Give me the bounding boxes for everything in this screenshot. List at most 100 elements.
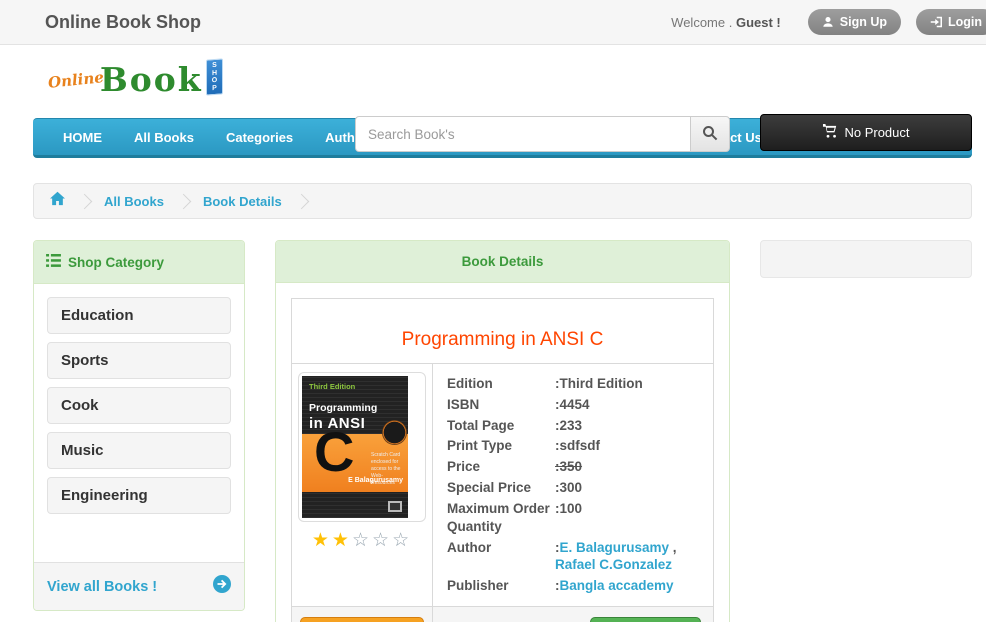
cart-button-label: No Product bbox=[844, 125, 909, 140]
detail-value: :Bangla accademy bbox=[555, 577, 699, 595]
cart-button[interactable]: No Product bbox=[760, 114, 972, 151]
breadcrumb-chevron-icon bbox=[77, 193, 93, 209]
right-side-well bbox=[760, 240, 972, 278]
login-label: Login bbox=[948, 15, 982, 29]
view-all-books-link[interactable]: View all Books ! bbox=[47, 579, 157, 595]
detail-value: :233 bbox=[555, 417, 699, 435]
book-footer: Back to Home Add To Cart bbox=[292, 606, 713, 622]
cover-title-line1: Programming bbox=[309, 402, 377, 414]
sidebar-footer: View all Books ! bbox=[34, 562, 244, 610]
breadcrumb: All Books Book Details bbox=[33, 183, 972, 219]
breadcrumb-home[interactable] bbox=[50, 191, 65, 211]
shop-logo[interactable]: Online Book SHOP bbox=[48, 59, 223, 96]
category-engineering[interactable]: Engineering bbox=[47, 477, 231, 514]
back-to-home-button[interactable]: Back to Home bbox=[300, 617, 424, 622]
welcome-user: Guest ! bbox=[736, 15, 781, 30]
detail-label: Total Page bbox=[447, 417, 555, 435]
star-empty-icon[interactable]: ☆ bbox=[392, 530, 412, 551]
detail-value: :4454 bbox=[555, 396, 699, 414]
user-icon bbox=[822, 16, 834, 28]
detail-label: Special Price bbox=[447, 479, 555, 497]
detail-label: Edition bbox=[447, 375, 555, 393]
detail-value: :300 bbox=[555, 479, 699, 497]
detail-row-maximum-order-quantity: Maximum Order Quantity:100 bbox=[447, 500, 699, 536]
detail-row-special-price: Special Price:300 bbox=[447, 479, 699, 497]
book-details-table: Edition:Third EditionISBN:4454Total Page… bbox=[433, 364, 713, 606]
star-filled-icon[interactable]: ★ bbox=[312, 530, 332, 551]
category-education[interactable]: Education bbox=[47, 297, 231, 334]
detail-link-bangla-accademy[interactable]: Bangla accademy bbox=[560, 578, 674, 593]
arrow-right-circle-icon[interactable] bbox=[213, 575, 231, 598]
book-footer-left: Back to Home bbox=[292, 607, 433, 622]
logo-word-book: Book bbox=[100, 63, 203, 96]
panel-title: Book Details bbox=[462, 254, 544, 269]
add-to-cart-button[interactable]: Add To Cart bbox=[590, 617, 701, 622]
detail-label: Print Type bbox=[447, 437, 555, 455]
detail-label: ISBN bbox=[447, 396, 555, 414]
detail-label: Author bbox=[447, 539, 555, 575]
sidebar-header: Shop Category bbox=[34, 241, 244, 284]
cover-monitor-motif bbox=[388, 501, 402, 512]
detail-link-rafael-c-gonzalez[interactable]: Rafael C.Gonzalez bbox=[555, 557, 672, 572]
search-button[interactable] bbox=[690, 116, 730, 152]
detail-link-e-balagurusamy[interactable]: E. Balagurusamy bbox=[560, 540, 670, 555]
page: Online Book Shop Welcome . Guest ! Sign … bbox=[0, 0, 986, 622]
logo-word-online: Online bbox=[47, 68, 104, 92]
detail-label: Maximum Order Quantity bbox=[447, 500, 555, 536]
welcome-prefix: Welcome . bbox=[671, 15, 732, 30]
login-button[interactable]: Login bbox=[916, 9, 986, 35]
signup-button[interactable]: Sign Up bbox=[808, 9, 901, 35]
detail-row-publisher: Publisher:Bangla accademy bbox=[447, 577, 699, 595]
topbar-right: Welcome . Guest ! Sign Up Login bbox=[671, 9, 986, 35]
book-cover-column: Third Edition Programming in ANSI C Scra… bbox=[292, 364, 433, 606]
cart-icon bbox=[822, 124, 837, 141]
nav-item-all-books[interactable]: All Books bbox=[118, 119, 210, 156]
nav-item-home[interactable]: HOME bbox=[47, 119, 118, 156]
search-bar bbox=[355, 116, 730, 152]
star-rating: ★★☆☆☆ bbox=[298, 529, 426, 552]
detail-value: :Third Edition bbox=[555, 375, 699, 393]
book-footer-right: Add To Cart bbox=[433, 607, 713, 622]
detail-value: :sdfsdf bbox=[555, 437, 699, 455]
breadcrumb-item-all-books[interactable]: All Books bbox=[104, 194, 164, 209]
star-empty-icon[interactable]: ☆ bbox=[352, 530, 372, 551]
detail-label: Price bbox=[447, 458, 555, 476]
book-details-panel-header: Book Details bbox=[276, 241, 729, 283]
star-empty-icon[interactable]: ☆ bbox=[372, 530, 392, 551]
star-filled-icon[interactable]: ★ bbox=[332, 530, 352, 551]
cover-big-letter: C bbox=[314, 424, 354, 480]
search-input[interactable] bbox=[355, 116, 690, 152]
detail-row-print-type: Print Type:sdfsdf bbox=[447, 437, 699, 455]
category-sports[interactable]: Sports bbox=[47, 342, 231, 379]
home-icon bbox=[50, 191, 65, 211]
login-icon bbox=[930, 16, 942, 28]
book-content: Third Edition Programming in ANSI C Scra… bbox=[292, 364, 713, 606]
book-box: Programming in ANSI C Third Edition Prog… bbox=[291, 298, 714, 622]
breadcrumb-chevron-icon bbox=[176, 193, 192, 209]
site-header: Online Book SHOP No Product bbox=[0, 45, 986, 118]
book-cover-image[interactable]: Third Edition Programming in ANSI C Scra… bbox=[302, 376, 408, 518]
sidebar-title: Shop Category bbox=[68, 255, 164, 270]
detail-value: :E. Balagurusamy , Rafael C.Gonzalez bbox=[555, 539, 699, 575]
detail-row-edition: Edition:Third Edition bbox=[447, 375, 699, 393]
content: Shop Category Education Sports Cook Music En… bbox=[33, 240, 972, 622]
detail-row-author: Author:E. Balagurusamy , Rafael C.Gonzal… bbox=[447, 539, 699, 575]
detail-row-price: Price:350 bbox=[447, 458, 699, 476]
detail-row-isbn: ISBN:4454 bbox=[447, 396, 699, 414]
book-details-panel: Book Details Programming in ANSI C Third… bbox=[275, 240, 730, 622]
cover-edition-text: Third Edition bbox=[309, 382, 355, 391]
logo-spine-shop: SHOP bbox=[206, 58, 223, 95]
topbar: Online Book Shop Welcome . Guest ! Sign … bbox=[0, 0, 986, 45]
category-music[interactable]: Music bbox=[47, 432, 231, 469]
book-cover-frame: Third Edition Programming in ANSI C Scra… bbox=[298, 372, 426, 522]
detail-value: :350 bbox=[555, 458, 699, 476]
book-details-body: Programming in ANSI C Third Edition Prog… bbox=[276, 283, 729, 622]
breadcrumb-item-book-details[interactable]: Book Details bbox=[203, 194, 282, 209]
category-list: Education Sports Cook Music Engineering bbox=[34, 284, 244, 562]
detail-value: :100 bbox=[555, 500, 699, 536]
detail-label: Publisher bbox=[447, 577, 555, 595]
nav-item-categories[interactable]: Categories bbox=[210, 119, 309, 156]
welcome-text: Welcome . Guest ! bbox=[671, 15, 781, 30]
detail-row-total-page: Total Page:233 bbox=[447, 417, 699, 435]
category-cook[interactable]: Cook bbox=[47, 387, 231, 424]
